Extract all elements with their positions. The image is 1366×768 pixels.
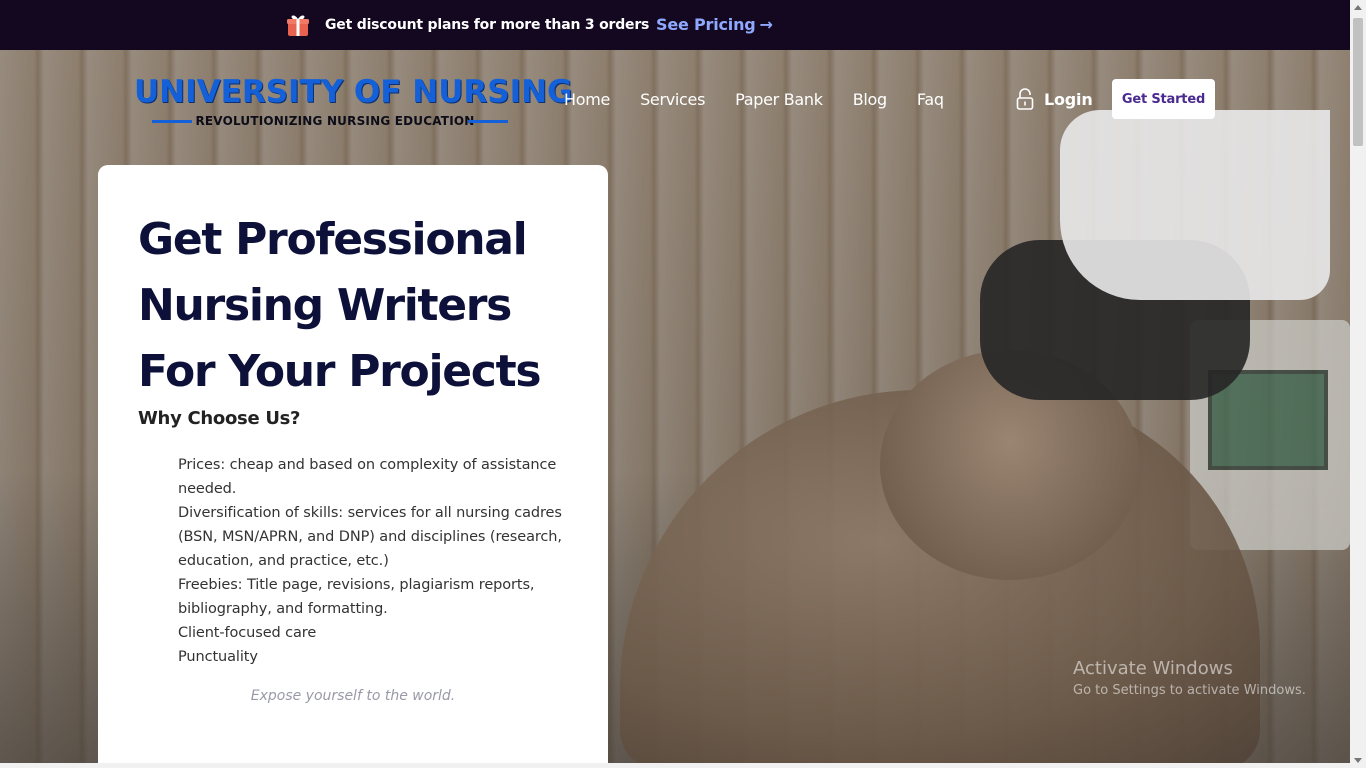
vertical-scrollbar[interactable] [1350, 0, 1366, 768]
watermark-title: Activate Windows [1073, 658, 1233, 679]
list-item: Prices: cheap and based on complexity of… [178, 457, 557, 497]
reasons-list: Prices: cheap and based on complexity of… [178, 453, 578, 669]
nav-home[interactable]: Home [564, 90, 610, 109]
site-logo[interactable]: UNIVERSITY OF NURSING REVOLUTIONIZING NU… [134, 74, 573, 128]
nav-faq[interactable]: Faq [917, 90, 944, 109]
main-nav: Home Services Paper Bank Blog Faq [564, 90, 974, 109]
hero-title: Get Professional Nursing Writers For You… [138, 214, 542, 397]
why-choose-us-heading: Why Choose Us? [138, 408, 301, 429]
get-started-button[interactable]: Get Started [1112, 79, 1215, 119]
lock-icon [1016, 88, 1034, 110]
scroll-up-arrow-icon[interactable] [1354, 5, 1362, 10]
hero-card: Get Professional Nursing Writers For You… [98, 165, 608, 768]
list-item: Freebies: Title page, revisions, plagiar… [178, 577, 535, 617]
horizontal-scrollbar[interactable] [0, 763, 1350, 768]
list-item: Punctuality [178, 649, 258, 665]
logo-title: UNIVERSITY OF NURSING [134, 74, 573, 110]
arrow-right-icon: → [759, 15, 773, 34]
list-item: Diversification of skills: services for … [178, 505, 562, 569]
login-link[interactable]: Login [1016, 88, 1093, 110]
promo-bar: Get discount plans for more than 3 order… [0, 0, 1350, 50]
gift-icon [287, 15, 309, 36]
scroll-down-arrow-icon[interactable] [1354, 758, 1362, 763]
login-label: Login [1044, 89, 1093, 109]
promo-text: Get discount plans for more than 3 order… [325, 17, 650, 33]
nav-services[interactable]: Services [640, 90, 705, 109]
list-item: Client-focused care [178, 625, 317, 641]
hero-photo-arm [1060, 110, 1330, 300]
scroll-thumb[interactable] [1353, 18, 1363, 146]
see-pricing-label: See Pricing [656, 15, 756, 34]
card-footer-note: Expose yourself to the world. [250, 688, 456, 704]
logo-tagline: REVOLUTIONIZING NURSING EDUCATION [134, 114, 536, 128]
watermark-subtitle: Go to Settings to activate Windows. [1073, 683, 1306, 698]
nav-paper-bank[interactable]: Paper Bank [735, 90, 823, 109]
nav-blog[interactable]: Blog [853, 90, 887, 109]
see-pricing-link[interactable]: See Pricing → [656, 15, 773, 34]
windows-watermark: Activate Windows Go to Settings to activ… [1073, 658, 1306, 698]
